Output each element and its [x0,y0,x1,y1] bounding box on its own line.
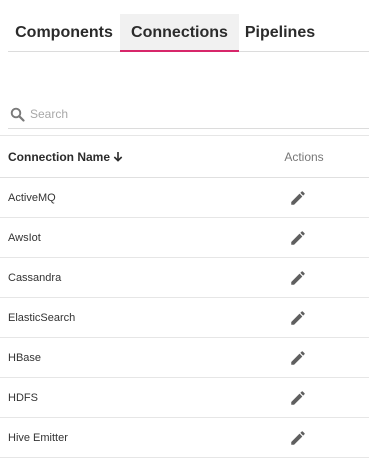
search-icon [10,107,25,122]
edit-button[interactable] [289,189,307,207]
table-row: AwsIot [0,218,369,258]
arrow-down-icon [113,137,123,162]
connection-name: AwsIot [8,232,41,244]
search-input[interactable] [30,104,350,124]
connection-name: ActiveMQ [8,192,56,204]
edit-button[interactable] [289,429,307,447]
edit-icon [291,311,305,325]
table-row: HBase [0,338,369,378]
column-header-actions: Actions [284,150,324,164]
connection-name: Cassandra [8,272,62,284]
edit-icon [291,191,305,205]
connection-name: Hive Emitter [8,432,68,444]
edit-button[interactable] [289,309,307,327]
table-header: Connection Name Actions [0,135,369,178]
tab-bar: Components Connections Pipelines [8,14,369,52]
edit-button[interactable] [289,269,307,287]
table-row: Hive Emitter [0,418,369,458]
table-row: ElasticSearch [0,298,369,338]
tab-components[interactable]: Components [8,14,120,52]
edit-icon [291,391,305,405]
table-row: HDFS [0,378,369,418]
connection-name: HDFS [8,392,38,404]
edit-icon [291,271,305,285]
column-header-label: Connection Name [8,150,111,164]
edit-button[interactable] [289,229,307,247]
connections-table: Connection Name Actions ActiveMQ AwsIot … [0,135,369,458]
search-bar [8,101,369,129]
table-body: ActiveMQ AwsIot Cassandra ElasticSearch … [0,178,369,458]
edit-icon [291,351,305,365]
tab-pipelines[interactable]: Pipelines [239,14,321,52]
edit-button[interactable] [289,349,307,367]
edit-icon [291,231,305,245]
column-header-connection-name[interactable]: Connection Name [8,136,123,178]
table-row: ActiveMQ [0,178,369,218]
table-row: Cassandra [0,258,369,298]
edit-button[interactable] [289,389,307,407]
connection-name: HBase [8,352,42,364]
tab-connections[interactable]: Connections [120,14,239,52]
edit-icon [291,431,305,445]
connection-name: ElasticSearch [8,312,76,324]
